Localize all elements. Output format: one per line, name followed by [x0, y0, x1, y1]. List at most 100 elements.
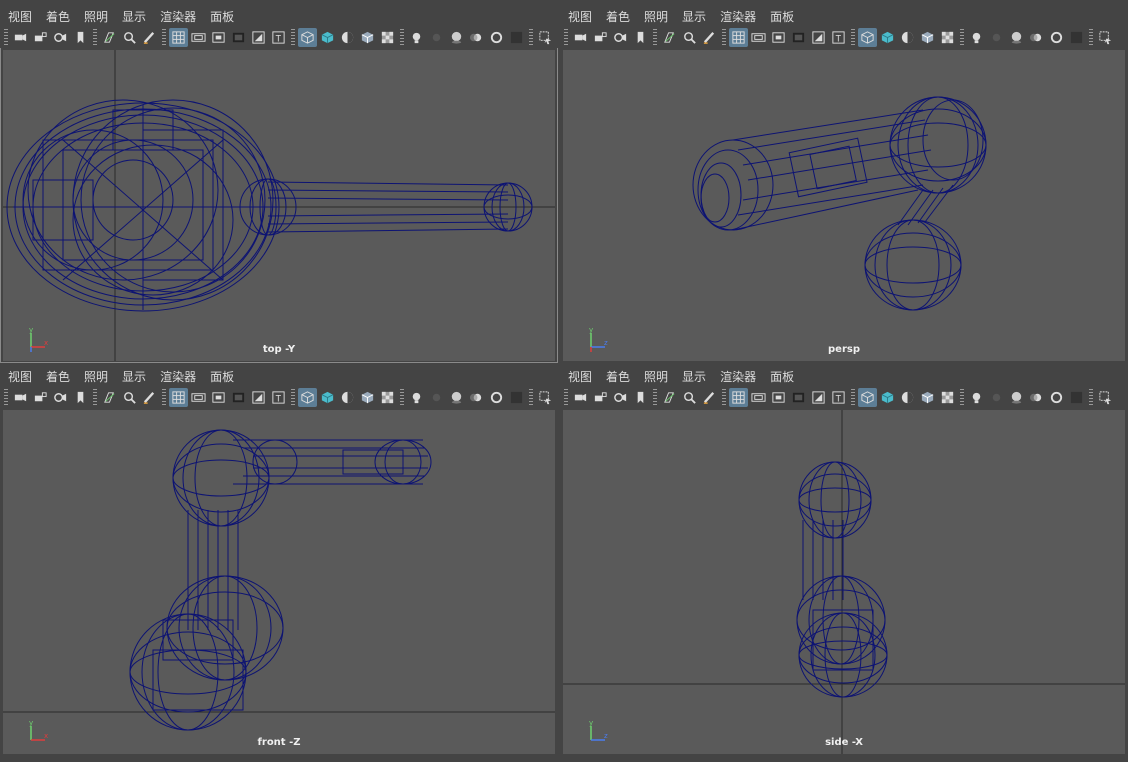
viewport-panel-top[interactable]: 视图 着色 照明 显示 渲染器 面板 T top -Y y x	[0, 6, 558, 363]
smooth-shade-button[interactable]	[318, 28, 337, 47]
camera-button[interactable]	[11, 388, 30, 407]
menu-item-5[interactable]: 面板	[210, 368, 234, 385]
wireframe-button[interactable]	[298, 27, 317, 47]
menu-item-2[interactable]: 照明	[84, 8, 108, 25]
anti-alias-button[interactable]	[487, 28, 506, 47]
camera-lock-button[interactable]	[31, 28, 50, 47]
menu-item-0[interactable]: 视图	[568, 368, 592, 385]
menu-item-5[interactable]: 面板	[210, 8, 234, 25]
viewport-panel-persp[interactable]: 视图 着色 照明 显示 渲染器 面板 T persp y z	[560, 6, 1128, 363]
depth-of-field-button[interactable]	[507, 28, 526, 47]
gate-mask-button[interactable]	[789, 388, 808, 407]
menu-item-5[interactable]: 面板	[770, 368, 794, 385]
toolbar-grip[interactable]	[529, 389, 533, 405]
toolbar-grip[interactable]	[400, 389, 404, 405]
isolate-select-button[interactable]	[1096, 388, 1115, 407]
toolbar-grip[interactable]	[564, 389, 568, 405]
film-gate-button[interactable]	[749, 28, 768, 47]
default-material-button[interactable]	[338, 388, 357, 407]
menu-item-5[interactable]: 面板	[770, 8, 794, 25]
menu-item-3[interactable]: 显示	[682, 8, 706, 25]
menu-item-4[interactable]: 渲染器	[720, 368, 756, 385]
viewport-panel-front[interactable]: 视图 着色 照明 显示 渲染器 面板 T front -Z y x	[0, 366, 558, 756]
camera-attributes-button[interactable]	[611, 28, 630, 47]
2d-pan-zoom-button[interactable]	[120, 28, 139, 47]
2d-pan-zoom-button[interactable]	[120, 388, 139, 407]
shadows-button[interactable]	[987, 28, 1006, 47]
motion-blur-button[interactable]	[467, 388, 486, 407]
lights-button[interactable]	[967, 28, 986, 47]
film-gate-button[interactable]	[189, 388, 208, 407]
toolbar-grip[interactable]	[1089, 29, 1093, 45]
toolbar-grip[interactable]	[162, 389, 166, 405]
ambient-occlusion-button[interactable]	[1007, 388, 1026, 407]
shadows-button[interactable]	[427, 28, 446, 47]
ambient-occlusion-button[interactable]	[447, 28, 466, 47]
menu-item-1[interactable]: 着色	[46, 8, 70, 25]
viewport-canvas[interactable]: side -X yz	[563, 410, 1125, 754]
xray-button[interactable]	[938, 388, 957, 407]
ambient-occlusion-button[interactable]	[447, 388, 466, 407]
viewport-canvas[interactable]: top -Y yx	[3, 50, 555, 361]
safe-action-button[interactable]: T	[829, 388, 848, 407]
default-material-button[interactable]	[898, 388, 917, 407]
smooth-shade-button[interactable]	[318, 388, 337, 407]
resolution-gate-button[interactable]	[769, 388, 788, 407]
anti-alias-button[interactable]	[487, 388, 506, 407]
menu-item-4[interactable]: 渲染器	[720, 8, 756, 25]
film-gate-button[interactable]	[189, 28, 208, 47]
image-plane-button[interactable]	[100, 28, 119, 47]
bookmark-button[interactable]	[71, 28, 90, 47]
menu-item-1[interactable]: 着色	[606, 8, 630, 25]
lights-button[interactable]	[407, 28, 426, 47]
lights-button[interactable]	[407, 388, 426, 407]
resolution-gate-button[interactable]	[209, 28, 228, 47]
field-chart-button[interactable]	[249, 388, 268, 407]
menu-item-0[interactable]: 视图	[8, 8, 32, 25]
safe-action-button[interactable]: T	[269, 388, 288, 407]
camera-attributes-button[interactable]	[51, 388, 70, 407]
grease-pencil-button[interactable]	[140, 388, 159, 407]
toolbar-grip[interactable]	[4, 29, 8, 45]
menu-item-2[interactable]: 照明	[644, 8, 668, 25]
camera-attributes-button[interactable]	[51, 28, 70, 47]
camera-button[interactable]	[11, 28, 30, 47]
grease-pencil-button[interactable]	[700, 28, 719, 47]
grid-button[interactable]	[729, 27, 748, 47]
smooth-shade-button[interactable]	[878, 388, 897, 407]
wireframe-button[interactable]	[298, 387, 317, 407]
menu-item-1[interactable]: 着色	[606, 368, 630, 385]
viewport-panel-side[interactable]: 视图 着色 照明 显示 渲染器 面板 T side -X y z	[560, 366, 1128, 756]
camera-button[interactable]	[571, 28, 590, 47]
menu-item-1[interactable]: 着色	[46, 368, 70, 385]
grid-button[interactable]	[729, 387, 748, 407]
isolate-select-button[interactable]	[1096, 28, 1115, 47]
toolbar-grip[interactable]	[960, 29, 964, 45]
bookmark-button[interactable]	[71, 388, 90, 407]
toolbar-grip[interactable]	[291, 29, 295, 45]
image-plane-button[interactable]	[660, 388, 679, 407]
toolbar-grip[interactable]	[960, 389, 964, 405]
bookmark-button[interactable]	[631, 388, 650, 407]
xray-button[interactable]	[378, 28, 397, 47]
wireframe-button[interactable]	[858, 27, 877, 47]
menu-item-2[interactable]: 照明	[84, 368, 108, 385]
depth-of-field-button[interactable]	[1067, 388, 1086, 407]
isolate-select-button[interactable]	[536, 28, 555, 47]
camera-lock-button[interactable]	[591, 28, 610, 47]
toolbar-grip[interactable]	[93, 389, 97, 405]
toolbar-grip[interactable]	[529, 29, 533, 45]
camera-button[interactable]	[571, 388, 590, 407]
toolbar-grip[interactable]	[4, 389, 8, 405]
camera-attributes-button[interactable]	[611, 388, 630, 407]
toolbar-grip[interactable]	[851, 389, 855, 405]
isolate-select-button[interactable]	[536, 388, 555, 407]
menu-item-3[interactable]: 显示	[682, 368, 706, 385]
motion-blur-button[interactable]	[1027, 388, 1046, 407]
textured-button[interactable]	[358, 388, 377, 407]
image-plane-button[interactable]	[100, 388, 119, 407]
gate-mask-button[interactable]	[789, 28, 808, 47]
textured-button[interactable]	[918, 388, 937, 407]
gate-mask-button[interactable]	[229, 28, 248, 47]
field-chart-button[interactable]	[809, 28, 828, 47]
